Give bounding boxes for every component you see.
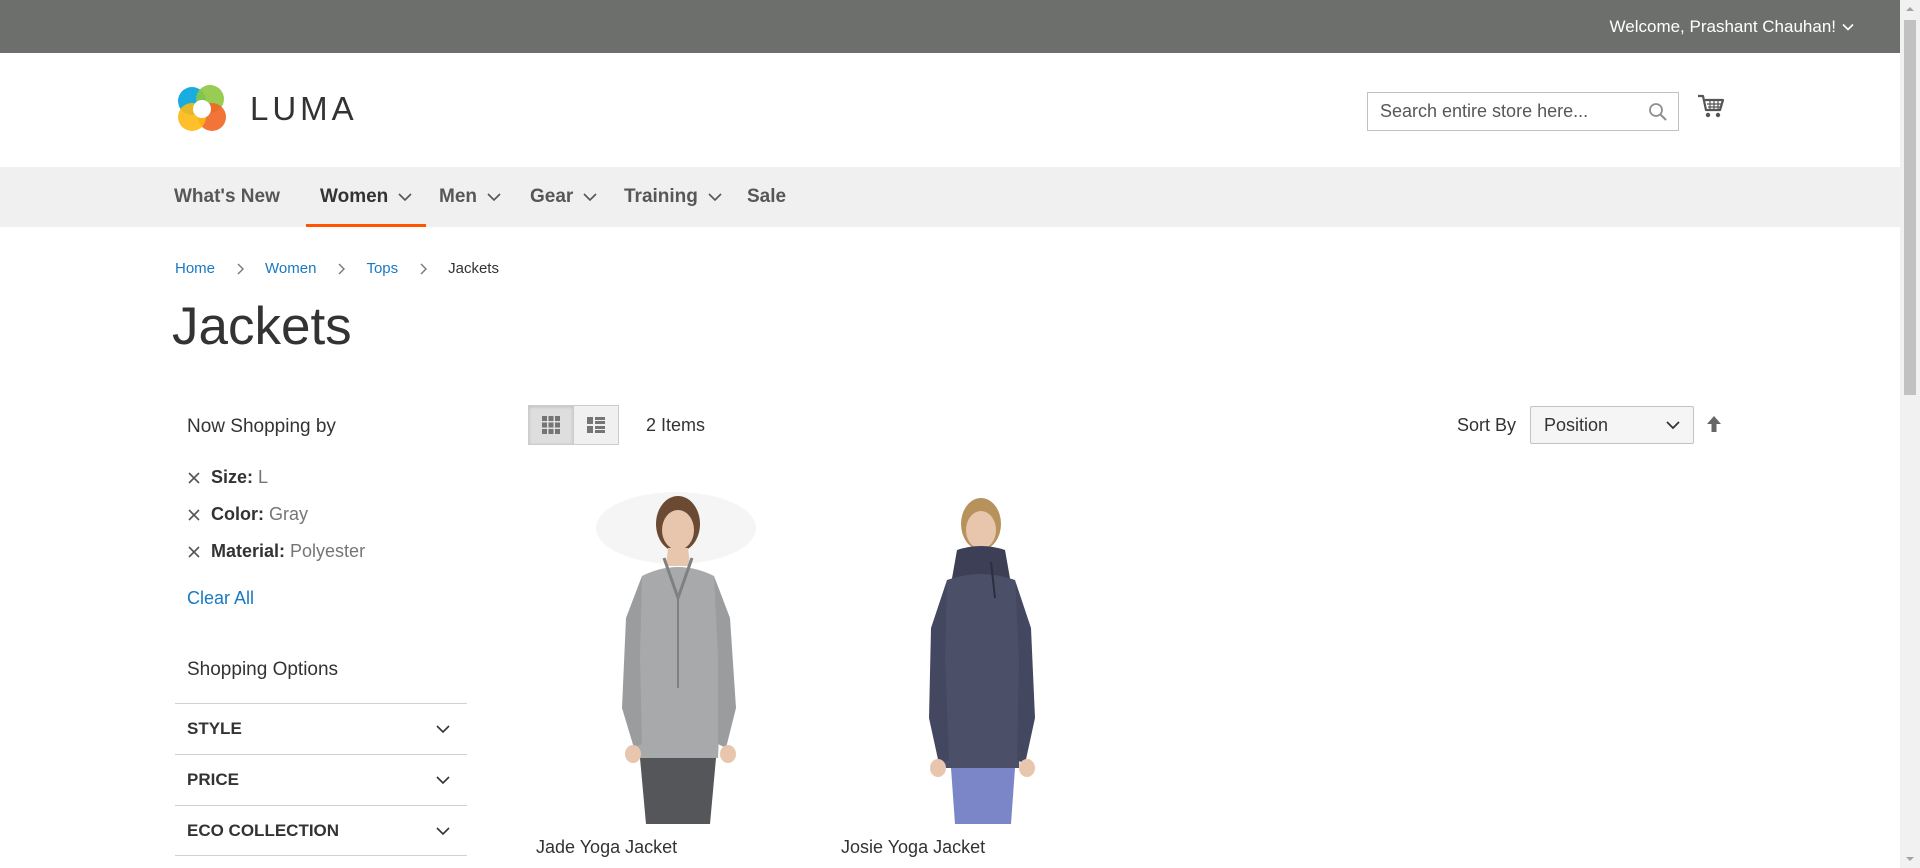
logo-text: LUMA	[250, 90, 358, 127]
chevron-down-icon	[1666, 421, 1680, 430]
cart-icon[interactable]	[1696, 91, 1726, 121]
chevron-right-icon	[338, 263, 346, 274]
page-scrollbar[interactable]	[1900, 0, 1920, 868]
active-filter-color: Color: Gray	[187, 504, 308, 525]
filter-option-eco-collection[interactable]: Eco Collection	[175, 805, 467, 856]
chevron-right-icon	[237, 263, 245, 274]
filter-option-price[interactable]: Price	[175, 754, 467, 804]
filter-option-style[interactable]: Style	[175, 703, 467, 753]
sort-by-value: Position	[1544, 414, 1609, 435]
filter-label: Material:	[211, 541, 286, 561]
nav-item-training[interactable]: Training	[624, 167, 722, 227]
nav-item-whats-new[interactable]: What's New	[174, 167, 280, 227]
main-navigation: What's New Women Men Gear Training Sale	[0, 167, 1900, 227]
filter-label: Color:	[211, 504, 264, 524]
welcome-text: Welcome, Prashant Chauhan!	[1609, 16, 1836, 36]
sort-by-select[interactable]: Position	[1530, 406, 1694, 444]
breadcrumb-home[interactable]: Home	[175, 260, 215, 277]
sort-by-label: Sort By	[1457, 414, 1517, 435]
search-icon[interactable]	[1648, 102, 1668, 122]
chevron-down-icon	[436, 775, 450, 784]
filter-option-label: Price	[187, 769, 239, 789]
product-photo-josie-yoga-jacket	[929, 498, 1035, 824]
products-toolbar: 2 Items Sort By Position	[528, 405, 1728, 445]
nav-item-women[interactable]: Women	[305, 167, 427, 227]
shopping-options-title: Shopping Options	[187, 659, 339, 680]
page-title: Jackets	[172, 297, 352, 356]
list-icon	[587, 417, 605, 433]
now-shopping-by-title: Now Shopping by	[187, 416, 336, 437]
breadcrumb-current: Jackets	[448, 260, 499, 277]
filter-value: Polyester	[290, 541, 366, 561]
logo[interactable]: LUMA	[174, 81, 358, 137]
nav-item-gear[interactable]: Gear	[530, 167, 597, 227]
product-name-link[interactable]: Jade Yoga Jacket	[536, 837, 677, 858]
search-input[interactable]	[1368, 101, 1652, 122]
chevron-down-icon	[436, 724, 450, 733]
nav-item-label: What's New	[174, 186, 280, 207]
product-image[interactable]	[530, 488, 770, 824]
remove-filter-icon[interactable]	[187, 508, 201, 522]
chevron-down-icon	[398, 193, 412, 202]
chevron-right-icon	[420, 263, 428, 274]
nav-item-men[interactable]: Men	[439, 167, 501, 227]
filter-option-label: Eco Collection	[187, 820, 340, 840]
filter-option-label: Style	[187, 718, 242, 738]
scroll-down-icon[interactable]	[1905, 854, 1915, 864]
nav-item-label: Sale	[747, 186, 787, 207]
filter-value: L	[258, 467, 269, 487]
chevron-down-icon	[583, 193, 597, 202]
chevron-down-icon	[436, 826, 450, 835]
remove-filter-icon[interactable]	[187, 545, 201, 559]
nav-item-label: Gear	[530, 186, 574, 207]
chevron-down-icon	[487, 193, 501, 202]
nav-item-label: Women	[320, 186, 389, 207]
active-filter-material: Material: Polyester	[187, 541, 365, 562]
product-item[interactable]: Jade Yoga Jacket	[530, 488, 770, 857]
product-name-link[interactable]: Josie Yoga Jacket	[841, 837, 985, 858]
header: LUMA	[0, 53, 1900, 167]
welcome-menu[interactable]: Welcome, Prashant Chauhan!	[1610, 0, 1854, 53]
clear-all-link[interactable]: Clear All	[187, 588, 254, 609]
scrollbar-thumb[interactable]	[1904, 20, 1916, 395]
nav-item-label: Training	[624, 186, 698, 207]
scroll-up-icon[interactable]	[1905, 4, 1915, 14]
breadcrumb: Home Women Tops Jackets	[175, 260, 499, 277]
grid-icon	[542, 416, 560, 434]
remove-filter-icon[interactable]	[187, 471, 201, 485]
list-view-button[interactable]	[573, 405, 619, 445]
nav-item-sale[interactable]: Sale	[747, 167, 786, 227]
product-image[interactable]	[835, 488, 1075, 824]
sort-direction-arrow-icon[interactable]	[1705, 414, 1723, 436]
top-bar: Welcome, Prashant Chauhan!	[0, 0, 1900, 53]
product-item[interactable]: Josie Yoga Jacket	[835, 488, 1075, 857]
chevron-down-icon	[708, 193, 722, 202]
product-photo-jade-yoga-jacket	[596, 492, 756, 824]
grid-view-button[interactable]	[528, 405, 574, 445]
nav-item-label: Men	[439, 186, 477, 207]
filter-value: Gray	[269, 504, 309, 524]
toolbar-amount: 2 Items	[646, 414, 706, 435]
breadcrumb-women[interactable]: Women	[265, 260, 316, 277]
breadcrumb-tops[interactable]: Tops	[366, 260, 398, 277]
chevron-down-icon	[1842, 23, 1854, 31]
active-filter-size: Size: L	[187, 467, 268, 488]
luma-logo-icon	[178, 85, 226, 131]
filter-label: Size:	[211, 467, 254, 487]
search-box[interactable]	[1367, 92, 1679, 131]
